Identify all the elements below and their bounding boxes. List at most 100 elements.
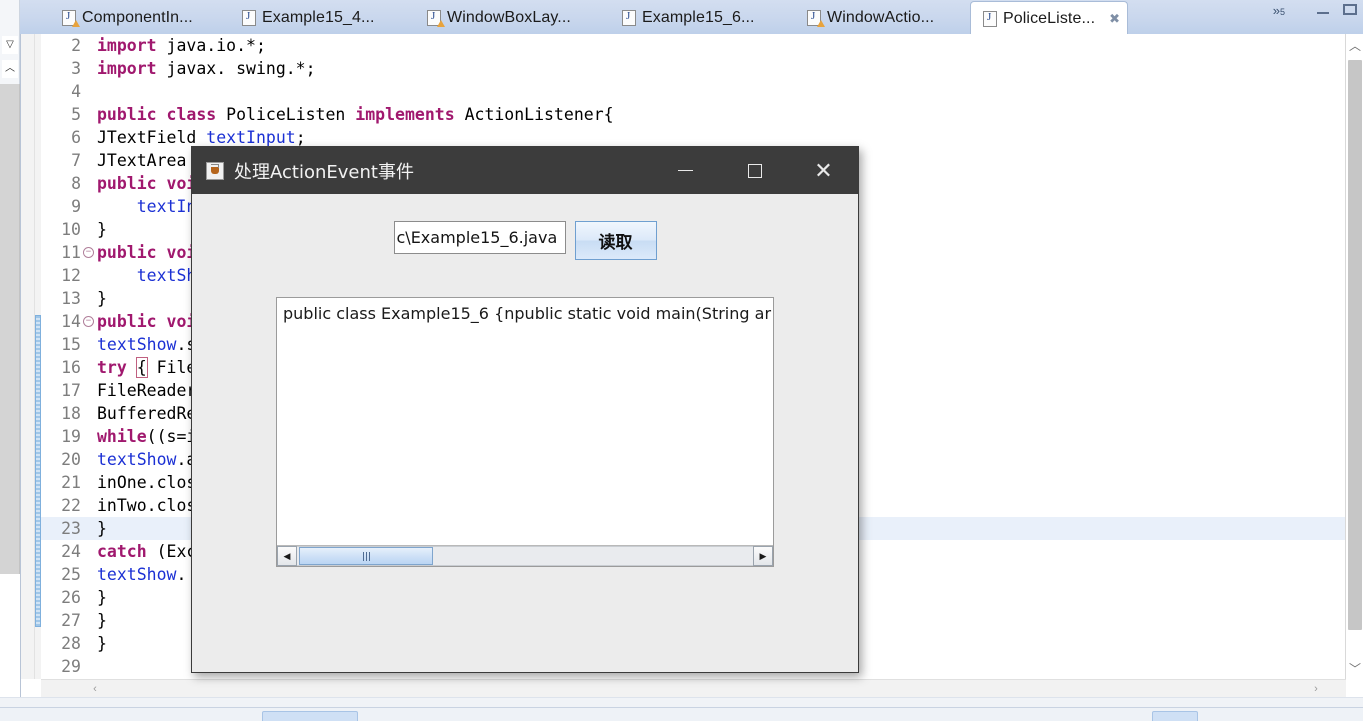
dialog-minimize-button[interactable] bbox=[651, 147, 720, 194]
editor-tab-4[interactable]: Example15_6... bbox=[610, 2, 778, 34]
scroll-track[interactable] bbox=[297, 546, 753, 566]
maximize-icon[interactable] bbox=[1343, 4, 1357, 15]
textarea-horizontal-scrollbar[interactable]: ◀ ▶ bbox=[277, 545, 773, 566]
line-number: 25 bbox=[61, 565, 81, 584]
dialog-title-bar[interactable]: 处理ActionEvent事件 ✕ bbox=[192, 147, 858, 194]
code-token: } bbox=[97, 611, 107, 630]
file-path-input[interactable]: c\Example15_6.java bbox=[393, 221, 566, 254]
code-fold-toggle-icon[interactable]: − bbox=[83, 247, 94, 258]
line-number: 10 bbox=[61, 220, 81, 239]
dialog-input-row: c\Example15_6.java 读取 bbox=[192, 221, 858, 260]
editor-horizontal-scrollbar[interactable]: ‹ › bbox=[41, 679, 1346, 697]
code-token: textInput bbox=[206, 128, 296, 147]
code-token: PoliceListen bbox=[216, 105, 356, 124]
dialog-maximize-button[interactable] bbox=[720, 147, 789, 194]
dialog-content: c\Example15_6.java 读取 public class Examp… bbox=[192, 194, 858, 672]
line-number: 3 bbox=[71, 59, 81, 78]
window-bottom-strip bbox=[0, 697, 1363, 707]
line-number: 11 bbox=[61, 243, 81, 262]
line-number: 6 bbox=[71, 128, 81, 147]
line-number: 22 bbox=[61, 496, 81, 515]
scroll-up-icon[interactable]: ︿ bbox=[1346, 34, 1363, 56]
rail-minimized-view[interactable] bbox=[0, 84, 20, 574]
taskbar bbox=[0, 707, 1363, 721]
screen: ▽ ︿ ComponentIn... Example15_4... WindowBo… bbox=[0, 0, 1363, 721]
rail-collapse-icon[interactable]: ▽ bbox=[2, 36, 18, 54]
line-number: 21 bbox=[61, 473, 81, 492]
scroll-right-arrow-icon[interactable]: ▶ bbox=[753, 546, 773, 566]
line-number: 5 bbox=[71, 105, 81, 124]
taskbar-item[interactable] bbox=[1152, 711, 1198, 721]
editor-tab-2[interactable]: Example15_4... bbox=[230, 2, 395, 34]
editor-tab-label: WindowActio... bbox=[827, 9, 935, 26]
java-warning-file-icon bbox=[807, 10, 825, 27]
tab-overflow-button[interactable]: »5 bbox=[1273, 4, 1285, 17]
dialog-title: 处理ActionEvent事件 bbox=[234, 161, 414, 183]
code-token: JTextField bbox=[97, 128, 207, 147]
editor-vertical-scrollbar[interactable]: ︿ ﹀ bbox=[1345, 34, 1363, 679]
minimize-icon bbox=[678, 170, 693, 171]
scroll-thumb[interactable] bbox=[299, 547, 433, 565]
code-line[interactable]: 2 import java.io.*; bbox=[41, 34, 1346, 57]
editor-tab-3[interactable]: WindowBoxLay... bbox=[415, 2, 600, 34]
line-number: 15 bbox=[61, 335, 81, 354]
line-number: 18 bbox=[61, 404, 81, 423]
code-token: import bbox=[97, 59, 157, 78]
code-token: public bbox=[97, 105, 157, 124]
rail-restore-icon[interactable]: ︿ bbox=[2, 60, 18, 78]
scroll-right-icon[interactable]: › bbox=[1306, 680, 1326, 698]
editor-tab-1[interactable]: ComponentIn... bbox=[50, 2, 220, 34]
dialog-close-button[interactable]: ✕ bbox=[789, 147, 858, 194]
file-content-textarea[interactable]: public class Example15_6 {npublic static… bbox=[277, 298, 773, 545]
minimize-icon[interactable] bbox=[1317, 6, 1329, 14]
code-token: import bbox=[97, 36, 157, 55]
taskbar-item[interactable] bbox=[262, 711, 358, 721]
line-number: 28 bbox=[61, 634, 81, 653]
scroll-down-icon[interactable]: ﹀ bbox=[1346, 657, 1363, 679]
tab-overflow-count: 5 bbox=[1279, 7, 1285, 17]
code-token: java.io.*; bbox=[156, 36, 266, 55]
editor-tab-label: Example15_6... bbox=[642, 9, 755, 26]
editor-marker-gutter[interactable] bbox=[21, 34, 35, 679]
java-warning-file-icon bbox=[427, 10, 445, 27]
code-line[interactable]: 4 bbox=[41, 80, 1346, 103]
tab-close-icon[interactable]: ✖ bbox=[1109, 11, 1120, 27]
line-number: 9 bbox=[71, 197, 81, 216]
read-file-button[interactable]: 读取 bbox=[574, 221, 657, 260]
line-number: 16 bbox=[61, 358, 81, 377]
code-token: javax. swing.*; bbox=[156, 59, 316, 78]
code-line[interactable]: 3 import javax. swing.*; bbox=[41, 57, 1346, 80]
scroll-left-arrow-icon[interactable]: ◀ bbox=[277, 546, 297, 566]
line-number: 27 bbox=[61, 611, 81, 630]
code-fold-toggle-icon[interactable]: − bbox=[83, 316, 94, 327]
code-line[interactable]: 5 public class PoliceListen implements Ac… bbox=[41, 103, 1346, 126]
scroll-left-icon[interactable]: ‹ bbox=[85, 680, 105, 698]
code-token: public bbox=[97, 174, 157, 193]
ide-left-rail: ▽ ︿ bbox=[0, 0, 20, 697]
line-number: 24 bbox=[61, 542, 81, 561]
code-token: ActionListener{ bbox=[454, 105, 614, 124]
code-token: catch bbox=[97, 542, 147, 561]
maximize-icon bbox=[747, 163, 762, 178]
line-number: 8 bbox=[71, 174, 81, 193]
code-token: textShow bbox=[97, 565, 177, 584]
editor-tab-5[interactable]: WindowActio... bbox=[795, 2, 963, 34]
code-token: } bbox=[97, 634, 107, 653]
line-number: 13 bbox=[61, 289, 81, 308]
window-controls bbox=[1317, 4, 1357, 15]
editor-tab-6[interactable]: PoliceListe... ✖ bbox=[970, 1, 1128, 36]
line-number: 20 bbox=[61, 450, 81, 469]
line-number: 7 bbox=[71, 151, 81, 170]
editor-tab-label: ComponentIn... bbox=[82, 9, 193, 26]
line-number: 2 bbox=[71, 36, 81, 55]
vertical-scroll-thumb[interactable] bbox=[1348, 60, 1362, 630]
dialog-window-controls: ✕ bbox=[651, 147, 858, 194]
code-token: } bbox=[97, 289, 107, 308]
close-icon: ✕ bbox=[814, 157, 833, 183]
code-token: { bbox=[135, 357, 148, 378]
code-token: } bbox=[97, 220, 107, 239]
